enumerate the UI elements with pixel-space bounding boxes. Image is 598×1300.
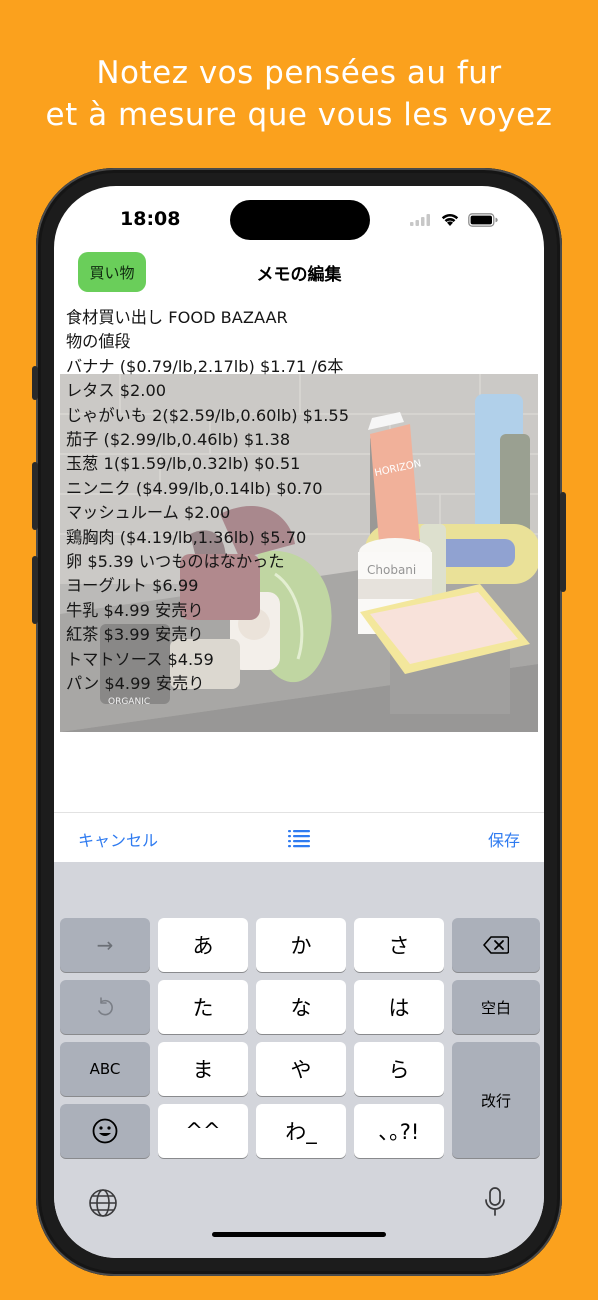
space-key[interactable]: 空白 bbox=[452, 980, 540, 1034]
key-punctuation[interactable]: ､｡?! bbox=[354, 1104, 444, 1158]
note-line: マッシュルーム $2.00 bbox=[66, 503, 231, 523]
backspace-icon bbox=[483, 936, 509, 954]
key-ya[interactable]: や bbox=[256, 1042, 346, 1096]
dynamic-island bbox=[230, 200, 370, 240]
next-candidate-key[interactable]: → bbox=[60, 918, 150, 972]
return-key[interactable]: 改行 bbox=[452, 1042, 540, 1158]
list-icon[interactable] bbox=[288, 828, 310, 848]
phone-volume-down bbox=[32, 556, 38, 624]
key-wa[interactable]: わ_ bbox=[256, 1104, 346, 1158]
editor-toolbar: キャンセル 保存 bbox=[54, 812, 544, 862]
key-ra[interactable]: ら bbox=[354, 1042, 444, 1096]
save-button[interactable]: 保存 bbox=[488, 827, 520, 851]
note-line: 紅茶 $3.99 安売り bbox=[66, 625, 204, 645]
headline-line-1: Notez vos pensées au fur bbox=[96, 55, 502, 91]
note-body[interactable]: 食材買い出し FOOD BAZAAR 物の値段 バナナ ($0.79/lb,2.… bbox=[66, 306, 536, 697]
navigation-bar: 買い物 メモの編集 bbox=[54, 250, 544, 296]
microphone-icon[interactable] bbox=[484, 1186, 506, 1218]
cellular-signal-icon bbox=[410, 213, 430, 226]
phone-power-button bbox=[560, 492, 566, 592]
note-line: 物の値段 bbox=[66, 332, 131, 352]
kana-keyboard: → あ か さ た な は 空白 ABC ま や ら 改行 ^^ わ_ ､｡?! bbox=[54, 862, 544, 1258]
page-title: メモの編集 bbox=[256, 265, 342, 285]
home-indicator[interactable] bbox=[212, 1232, 386, 1237]
status-indicators bbox=[410, 212, 498, 227]
note-line: トマトソース $4.59 bbox=[66, 649, 214, 669]
headline-line-2: et à mesure que vous les voyez bbox=[45, 97, 553, 133]
emoji-icon bbox=[92, 1118, 118, 1144]
wifi-icon bbox=[441, 214, 459, 226]
key-ka[interactable]: か bbox=[256, 918, 346, 972]
cancel-button[interactable]: キャンセル bbox=[78, 827, 158, 851]
note-line: 茄子 ($2.99/lb,0.46lb) $1.38 bbox=[66, 430, 291, 450]
note-line: 玉葱 1($1.59/lb,0.32lb) $0.51 bbox=[66, 454, 301, 474]
globe-icon[interactable] bbox=[88, 1188, 118, 1218]
note-line: パン $4.99 安売り bbox=[66, 674, 205, 694]
note-line: 牛乳 $4.99 安売り bbox=[66, 600, 204, 620]
phone-action-button bbox=[32, 366, 38, 400]
marketing-headline: Notez vos pensées au fur et à mesure que… bbox=[0, 52, 598, 136]
note-line: じゃがいも 2($2.59/lb,0.60lb) $1.55 bbox=[66, 405, 350, 425]
note-line: 卵 $5.39 いつものはなかった bbox=[66, 552, 285, 572]
key-ha[interactable]: は bbox=[354, 980, 444, 1034]
note-line: 鶏胸肉 ($4.19/lb,1.36lb) $5.70 bbox=[66, 527, 307, 547]
phone-screen: 18:08 買い物 メモの編集 HORIZON Chobani ORGANIC … bbox=[54, 186, 544, 1258]
note-line: レタス $2.00 bbox=[66, 381, 167, 401]
key-dakuten[interactable]: ^^ bbox=[158, 1104, 248, 1158]
note-line: ヨーグルト $6.99 bbox=[66, 576, 199, 596]
emoji-key[interactable] bbox=[60, 1104, 150, 1158]
phone-volume-up bbox=[32, 462, 38, 530]
key-na[interactable]: な bbox=[256, 980, 346, 1034]
backspace-key[interactable] bbox=[452, 918, 540, 972]
undo-key[interactable] bbox=[60, 980, 150, 1034]
note-line: バナナ ($0.79/lb,2.17lb) $1.71 /6本 bbox=[66, 356, 344, 376]
key-sa[interactable]: さ bbox=[354, 918, 444, 972]
key-a[interactable]: あ bbox=[158, 918, 248, 972]
note-line: ニンニク ($4.99/lb,0.14lb) $0.70 bbox=[66, 478, 323, 498]
status-time: 18:08 bbox=[120, 208, 181, 230]
abc-key[interactable]: ABC bbox=[60, 1042, 150, 1096]
undo-icon bbox=[98, 997, 113, 1016]
key-ta[interactable]: た bbox=[158, 980, 248, 1034]
note-line: 食材買い出し FOOD BAZAAR bbox=[66, 308, 288, 327]
key-ma[interactable]: ま bbox=[158, 1042, 248, 1096]
battery-icon bbox=[468, 212, 498, 227]
